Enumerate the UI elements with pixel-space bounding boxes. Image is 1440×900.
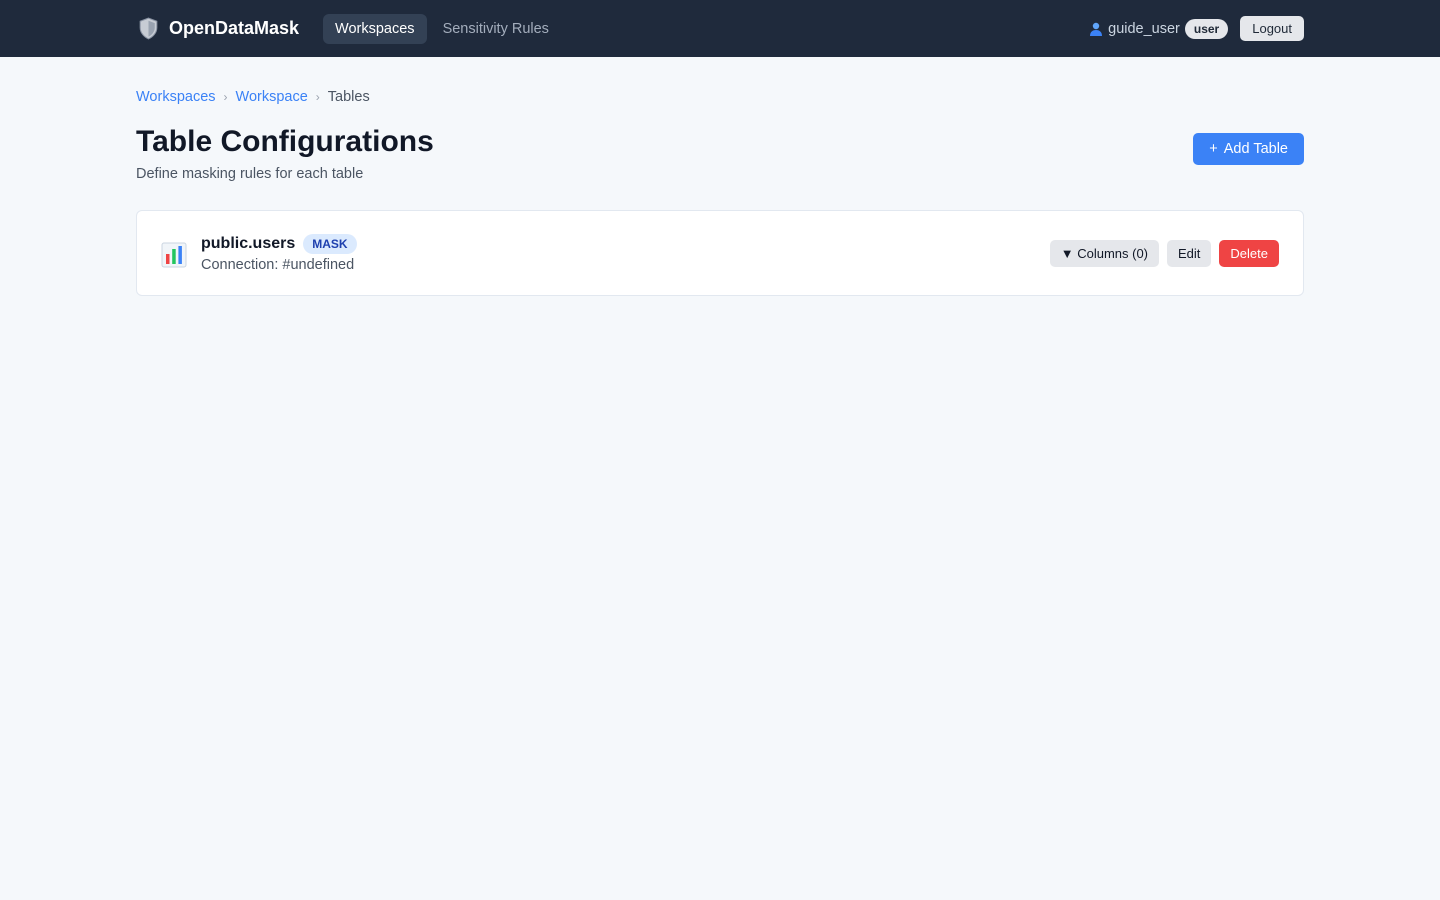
table-actions: ▼ Columns (0) Edit Delete bbox=[1049, 239, 1279, 267]
table-config-card: public.users MASK Connection: #undefined… bbox=[136, 210, 1304, 296]
topbar-left: OpenDataMask Workspaces Sensitivity Rule… bbox=[136, 13, 565, 44]
shield-icon bbox=[139, 17, 158, 40]
main-content: Workspaces › Workspace › Tables Table Co… bbox=[0, 89, 1440, 296]
page-header: Table Configurations Define masking rule… bbox=[136, 125, 1304, 182]
delete-button[interactable]: Delete bbox=[1219, 239, 1279, 267]
page-heading: Table Configurations Define masking rule… bbox=[136, 125, 434, 182]
nav-sensitivity-rules[interactable]: Sensitivity Rules bbox=[431, 14, 561, 44]
brand[interactable]: OpenDataMask bbox=[136, 16, 299, 41]
breadcrumb-workspaces[interactable]: Workspaces bbox=[136, 89, 216, 105]
table-text: public.users MASK Connection: #undefined bbox=[201, 233, 357, 273]
username: guide_user bbox=[1108, 20, 1180, 37]
nav-workspaces[interactable]: Workspaces bbox=[323, 13, 427, 44]
breadcrumb-current: Tables bbox=[327, 89, 370, 105]
breadcrumb: Workspaces › Workspace › Tables bbox=[136, 89, 1304, 105]
page-title: Table Configurations bbox=[136, 125, 434, 158]
breadcrumb-workspace[interactable]: Workspace bbox=[236, 89, 308, 105]
breadcrumb-separator: › bbox=[315, 90, 320, 104]
breadcrumb-separator: › bbox=[223, 90, 228, 104]
user-info: guide_user user bbox=[1088, 18, 1229, 39]
edit-button[interactable]: Edit bbox=[1167, 239, 1212, 267]
user-icon bbox=[1090, 22, 1103, 36]
columns-toggle-button[interactable]: ▼ Columns (0) bbox=[1049, 239, 1160, 267]
table-name-row: public.users MASK bbox=[201, 233, 357, 254]
top-navbar: OpenDataMask Workspaces Sensitivity Rule… bbox=[0, 0, 1440, 57]
mode-badge: MASK bbox=[303, 233, 357, 254]
add-table-button[interactable]: + Add Table bbox=[1193, 133, 1304, 165]
page-subtitle: Define masking rules for each table bbox=[136, 166, 364, 182]
table-name: public.users bbox=[201, 234, 296, 252]
role-badge: user bbox=[1184, 18, 1229, 39]
plus-icon: + bbox=[1209, 141, 1218, 157]
topbar-right: guide_user user Logout bbox=[1088, 16, 1304, 41]
connection-label: Connection: #undefined bbox=[201, 256, 355, 273]
add-table-label: Add Table bbox=[1223, 141, 1288, 157]
brand-name: OpenDataMask bbox=[169, 18, 300, 38]
bar-chart-icon bbox=[161, 242, 187, 268]
logout-button[interactable]: Logout bbox=[1240, 16, 1304, 41]
table-info: public.users MASK Connection: #undefined bbox=[161, 233, 357, 273]
